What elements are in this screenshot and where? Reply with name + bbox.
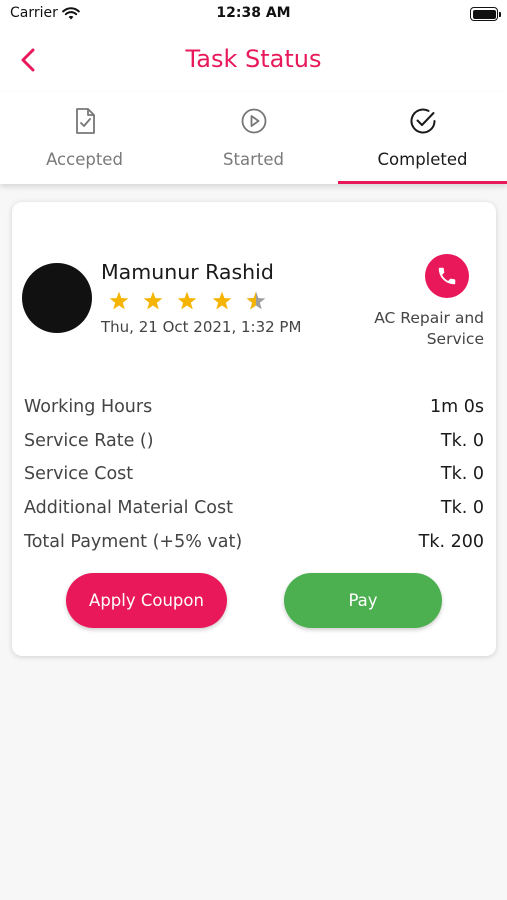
service-name: AC Repair and Service	[374, 309, 484, 348]
star-icon	[109, 291, 129, 310]
play-circle-icon	[239, 106, 269, 136]
row-value: Tk. 0	[440, 430, 484, 451]
tab-label: Completed	[377, 150, 468, 169]
status-tabs: Accepted Started Completed	[0, 92, 507, 184]
task-card: Mamunur Rashid Thu, 21 Oct 2021, 1:32 PM…	[12, 202, 496, 656]
app-header: Task Status	[0, 30, 507, 92]
cost-row-working-hours: Working Hours 1m 0s	[24, 390, 484, 424]
provider-name: Mamunur Rashid	[101, 260, 274, 284]
page-title: Task Status	[185, 45, 322, 73]
row-value: 1m 0s	[430, 396, 484, 417]
rating-stars	[108, 290, 279, 312]
half-star-icon	[246, 291, 266, 310]
battery-icon	[470, 7, 501, 21]
row-label: Additional Material Cost	[24, 498, 233, 519]
cost-row-service-cost: Service Cost Tk. 0	[24, 458, 484, 492]
row-label: Service Cost	[24, 464, 134, 485]
cost-row-material-cost: Additional Material Cost Tk. 0	[24, 491, 484, 525]
row-value: Tk. 0	[440, 464, 484, 485]
task-date: Thu, 21 Oct 2021, 1:32 PM	[101, 318, 302, 336]
pay-button[interactable]: Pay	[284, 573, 442, 628]
star-icon	[143, 291, 163, 310]
cost-row-total-payment: Total Payment (+5% vat) Tk. 200	[24, 525, 484, 559]
tab-label: Accepted	[46, 150, 123, 169]
document-check-icon	[70, 106, 100, 136]
cost-row-service-rate: Service Rate () Tk. 0	[24, 424, 484, 458]
cost-breakdown: Working Hours 1m 0s Service Rate () Tk. …	[24, 390, 484, 559]
clock: 12:38 AM	[216, 5, 291, 21]
call-button[interactable]	[425, 254, 469, 298]
star-icon	[212, 291, 231, 310]
star-icon	[178, 291, 197, 310]
status-bar: Carrier 12:38 AM	[0, 0, 507, 30]
tab-started[interactable]: Started	[169, 92, 338, 184]
apply-coupon-button[interactable]: Apply Coupon	[66, 573, 227, 628]
row-label: Service Rate ()	[24, 430, 154, 451]
tab-accepted[interactable]: Accepted	[0, 92, 169, 184]
tab-completed[interactable]: Completed	[338, 92, 507, 184]
row-label: Total Payment (+5% vat)	[24, 532, 243, 553]
row-value: Tk. 200	[418, 532, 484, 553]
row-value: Tk. 0	[440, 498, 484, 519]
row-label: Working Hours	[24, 396, 153, 417]
check-circle-icon	[408, 106, 438, 136]
avatar	[22, 263, 92, 333]
phone-icon	[438, 267, 456, 285]
tab-label: Started	[223, 150, 284, 169]
